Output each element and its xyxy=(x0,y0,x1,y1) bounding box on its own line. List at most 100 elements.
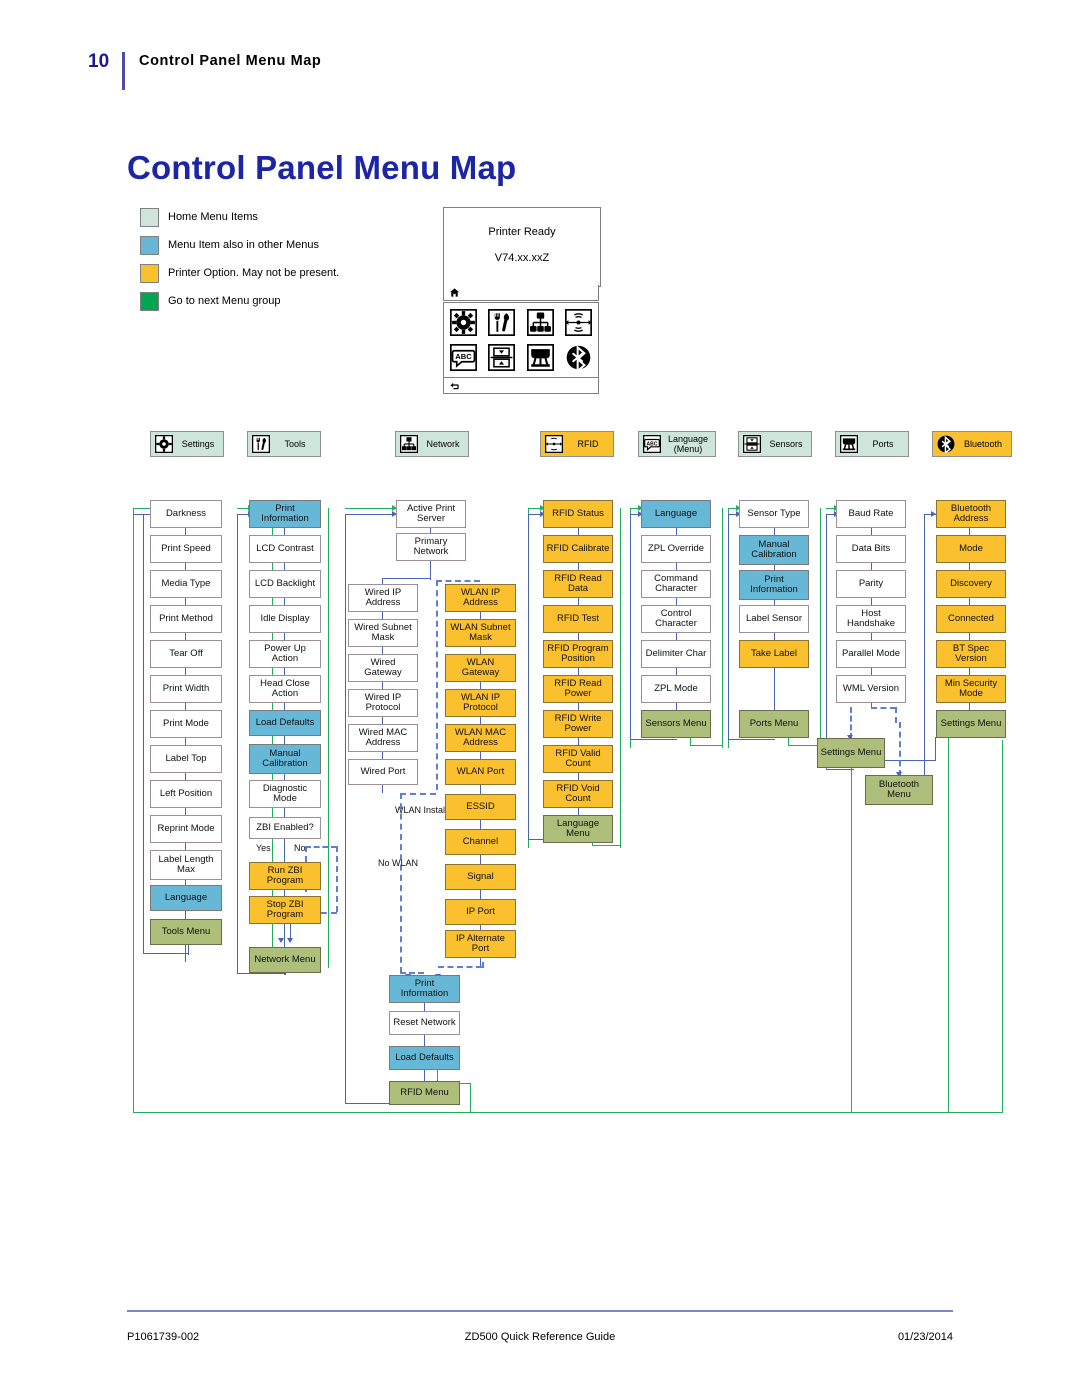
node-host-handshake[interactable]: Host Handshake xyxy=(836,605,906,633)
node-network-print-information[interactable]: Print Information xyxy=(389,975,460,1003)
node-min-security-mode[interactable]: Min Security Mode xyxy=(936,675,1006,703)
node-parallel-mode[interactable]: Parallel Mode xyxy=(836,640,906,668)
node-wlan-port[interactable]: WLAN Port xyxy=(445,759,516,785)
node-bt-mode[interactable]: Mode xyxy=(936,535,1006,563)
node-left-position[interactable]: Left Position xyxy=(150,780,222,808)
node-bt-settings-menu[interactable]: Settings Menu xyxy=(936,710,1006,738)
node-darkness[interactable]: Darkness xyxy=(150,500,222,528)
node-take-label[interactable]: Take Label xyxy=(739,640,809,668)
node-tear-off[interactable]: Tear Off xyxy=(150,640,222,668)
node-media-type[interactable]: Media Type xyxy=(150,570,222,598)
node-wired-port[interactable]: Wired Port xyxy=(348,759,418,785)
ports-icon[interactable] xyxy=(526,344,554,371)
node-reprint-mode[interactable]: Reprint Mode xyxy=(150,815,222,843)
node-baud-rate[interactable]: Baud Rate xyxy=(836,500,906,528)
menu-chip-tools[interactable]: Tools xyxy=(247,431,321,457)
node-wired-subnet-mask[interactable]: Wired Subnet Mask xyxy=(348,619,418,647)
node-control-character[interactable]: Control Character xyxy=(641,605,711,633)
rfid-icon[interactable] xyxy=(565,309,593,336)
node-wired-mac-address[interactable]: Wired MAC Address xyxy=(348,724,418,752)
node-wired-ip-protocol[interactable]: Wired IP Protocol xyxy=(348,689,418,717)
language-abc-icon[interactable]: ABC xyxy=(449,344,477,371)
node-language[interactable]: Language xyxy=(641,500,711,528)
menu-chip-language[interactable]: ABC Language (Menu) xyxy=(638,431,716,457)
node-rfid-write-power[interactable]: RFID Write Power xyxy=(543,710,613,738)
node-print-information[interactable]: Print Information xyxy=(249,500,321,528)
back-arrow-icon[interactable] xyxy=(449,380,460,391)
node-rfid-read-power[interactable]: RFID Read Power xyxy=(543,675,613,703)
node-primary-network[interactable]: Primary Network xyxy=(396,533,466,561)
node-lcd-contrast[interactable]: LCD Contrast xyxy=(249,535,321,563)
node-label-top[interactable]: Label Top xyxy=(150,745,222,773)
node-print-mode[interactable]: Print Mode xyxy=(150,710,222,738)
node-parity[interactable]: Parity xyxy=(836,570,906,598)
node-idle-display[interactable]: Idle Display xyxy=(249,605,321,633)
node-bluetooth-address[interactable]: Bluetooth Address xyxy=(936,500,1006,528)
network-icon[interactable] xyxy=(526,309,554,336)
menu-chip-ports[interactable]: Ports xyxy=(835,431,909,457)
node-rfid-read-data[interactable]: RFID Read Data xyxy=(543,570,613,598)
node-channel[interactable]: Channel xyxy=(445,829,516,855)
node-wlan-gateway[interactable]: WLAN Gateway xyxy=(445,654,516,682)
menu-chip-bluetooth[interactable]: Bluetooth xyxy=(932,431,1012,457)
node-power-up-action[interactable]: Power Up Action xyxy=(249,640,321,668)
node-rfid-void-count[interactable]: RFID Void Count xyxy=(543,780,613,808)
menu-chip-network[interactable]: Network xyxy=(395,431,469,457)
node-rfid-menu[interactable]: RFID Menu xyxy=(389,1081,460,1105)
node-zbi-enabled[interactable]: ZBI Enabled? xyxy=(249,817,321,839)
node-rfid-program-position[interactable]: RFID Program Position xyxy=(543,640,613,668)
node-sensor-type[interactable]: Sensor Type xyxy=(739,500,809,528)
node-essid[interactable]: ESSID xyxy=(445,794,516,820)
menu-chip-sensors[interactable]: Sensors xyxy=(738,431,812,457)
node-zpl-mode[interactable]: ZPL Mode xyxy=(641,675,711,703)
node-load-defaults[interactable]: Load Defaults xyxy=(249,710,321,736)
node-sensors-menu[interactable]: Sensors Menu xyxy=(641,710,711,738)
node-language-menu[interactable]: Language Menu xyxy=(543,815,613,843)
node-wired-ip-address[interactable]: Wired IP Address xyxy=(348,584,418,612)
node-delimiter-char[interactable]: Delimiter Char xyxy=(641,640,711,668)
node-signal[interactable]: Signal xyxy=(445,864,516,890)
node-wired-gateway[interactable]: Wired Gateway xyxy=(348,654,418,682)
node-discovery[interactable]: Discovery xyxy=(936,570,1006,598)
menu-chip-settings[interactable]: Settings xyxy=(150,431,224,457)
node-bt-spec-version[interactable]: BT Spec Version xyxy=(936,640,1006,668)
node-lcd-backlight[interactable]: LCD Backlight xyxy=(249,570,321,598)
node-diagnostic-mode[interactable]: Diagnostic Mode xyxy=(249,780,321,808)
bluetooth-icon[interactable] xyxy=(565,344,592,371)
node-settings-language[interactable]: Language xyxy=(150,885,222,911)
node-reset-network[interactable]: Reset Network xyxy=(389,1011,460,1035)
node-connected[interactable]: Connected xyxy=(936,605,1006,633)
node-tools-menu[interactable]: Tools Menu xyxy=(150,919,222,945)
node-label-sensor[interactable]: Label Sensor xyxy=(739,605,809,633)
node-bluetooth-menu[interactable]: Bluetooth Menu xyxy=(865,775,933,805)
node-rfid-calibrate[interactable]: RFID Calibrate xyxy=(543,535,613,563)
node-stop-zbi-program[interactable]: Stop ZBI Program xyxy=(249,896,321,924)
menu-chip-rfid[interactable]: RFID xyxy=(540,431,614,457)
node-ports-settings-menu[interactable]: Settings Menu xyxy=(817,738,885,768)
node-network-menu[interactable]: Network Menu xyxy=(249,947,321,973)
node-zpl-override[interactable]: ZPL Override xyxy=(641,535,711,563)
settings-gear-icon[interactable] xyxy=(449,309,477,336)
node-network-load-defaults[interactable]: Load Defaults xyxy=(389,1046,460,1070)
node-ip-alternate-port[interactable]: IP Alternate Port xyxy=(445,930,516,958)
node-wlan-ip-protocol[interactable]: WLAN IP Protocol xyxy=(445,689,516,717)
node-rfid-valid-count[interactable]: RFID Valid Count xyxy=(543,745,613,773)
node-label-length-max[interactable]: Label Length Max xyxy=(150,850,222,880)
node-rfid-test[interactable]: RFID Test xyxy=(543,605,613,633)
node-wml-version[interactable]: WML Version xyxy=(836,675,906,703)
node-ip-port[interactable]: IP Port xyxy=(445,899,516,925)
node-wlan-subnet-mask[interactable]: WLAN Subnet Mask xyxy=(445,619,516,647)
home-icon[interactable] xyxy=(449,287,460,298)
node-data-bits[interactable]: Data Bits xyxy=(836,535,906,563)
node-head-close-action[interactable]: Head Close Action xyxy=(249,675,321,703)
node-run-zbi-program[interactable]: Run ZBI Program xyxy=(249,862,321,890)
node-ports-menu[interactable]: Ports Menu xyxy=(739,710,809,738)
node-rfid-status[interactable]: RFID Status xyxy=(543,500,613,528)
node-active-print-server[interactable]: Active Print Server xyxy=(396,500,466,528)
node-wlan-ip-address[interactable]: WLAN IP Address xyxy=(445,584,516,612)
node-manual-calibration[interactable]: Manual Calibration xyxy=(249,744,321,774)
node-wlan-mac-address[interactable]: WLAN MAC Address xyxy=(445,724,516,752)
node-print-method[interactable]: Print Method xyxy=(150,605,222,633)
node-command-character[interactable]: Command Character xyxy=(641,570,711,598)
node-print-speed[interactable]: Print Speed xyxy=(150,535,222,563)
